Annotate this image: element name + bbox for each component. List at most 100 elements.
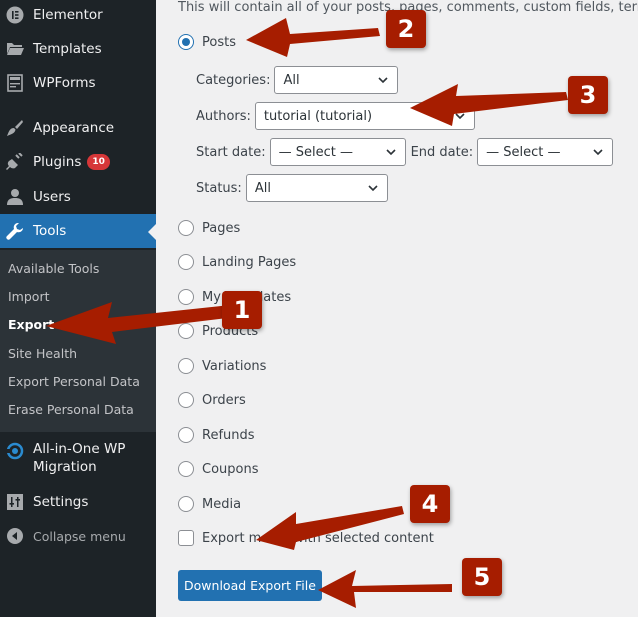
user-icon (5, 187, 25, 207)
collapse-menu-button[interactable]: Collapse menu (0, 519, 156, 553)
sidebar-item-elementor[interactable]: Elementor (0, 0, 156, 32)
categories-label: Categories: (196, 72, 271, 88)
chevron-down-icon (455, 113, 465, 120)
radio-media[interactable]: Media (178, 496, 241, 512)
categories-select[interactable]: All (274, 66, 399, 94)
sidebar-item-wpforms[interactable]: WPForms (0, 66, 156, 100)
status-label: Status: (196, 180, 242, 196)
select-value: All (283, 72, 300, 88)
radio-button[interactable] (178, 289, 194, 305)
chevron-down-icon (378, 77, 389, 84)
download-export-file-button[interactable]: Download Export File (178, 570, 322, 601)
plugins-update-badge: 10 (87, 154, 110, 170)
select-value: — Select — (278, 144, 353, 160)
active-indicator (148, 224, 156, 240)
radio-posts[interactable]: Posts (178, 34, 236, 50)
sidebar-item-tools[interactable]: Tools (0, 214, 156, 248)
authors-field: Authors: tutorial (tutorial) (196, 102, 475, 130)
export-media-checkbox-row[interactable]: Export media with selected content (178, 530, 434, 546)
sidebar-item-appearance[interactable]: Appearance (0, 111, 156, 145)
end-date-select[interactable]: — Select — (477, 138, 614, 166)
forms-icon (5, 73, 25, 93)
sidebar-item-settings[interactable]: Settings (0, 485, 156, 519)
sidebar-item-label: Tools (33, 223, 67, 239)
radio-pages[interactable]: Pages (178, 220, 240, 236)
submenu-export[interactable]: Export (8, 317, 54, 332)
checkbox-label: Export media with selected content (202, 530, 434, 546)
radio-landing-pages[interactable]: Landing Pages (178, 254, 296, 270)
collapse-icon (5, 526, 25, 546)
chevron-down-icon (593, 149, 603, 156)
folder-icon (5, 39, 25, 59)
plugin-icon (5, 152, 25, 172)
radio-label: Coupons (202, 461, 259, 477)
tools-submenu: Available Tools Import Export Site Healt… (0, 250, 156, 432)
step-badge-3: 3 (568, 76, 608, 114)
submenu-import[interactable]: Import (8, 289, 50, 304)
step-badge-5: 5 (462, 558, 502, 596)
sidebar-item-label: Migration (33, 459, 97, 475)
submenu-erase-personal-data[interactable]: Erase Personal Data (8, 402, 134, 417)
radio-button[interactable] (178, 427, 194, 443)
sidebar-item-plugins[interactable]: Plugins 10 (0, 145, 156, 179)
admin-sidebar: Elementor Templates WPForms Appearance P… (0, 0, 156, 617)
sidebar-item-label: WPForms (33, 75, 96, 91)
radio-button[interactable] (178, 358, 194, 374)
radio-button[interactable] (178, 254, 194, 270)
chevron-down-icon (386, 149, 396, 156)
select-value: All (254, 180, 271, 196)
paintbrush-icon (5, 118, 25, 138)
sidebar-item-users[interactable]: Users (0, 180, 156, 214)
radio-coupons[interactable]: Coupons (178, 461, 259, 477)
radio-label: Media (202, 496, 242, 512)
radio-refunds[interactable]: Refunds (178, 427, 255, 443)
status-select[interactable]: All (245, 174, 388, 202)
sidebar-item-templates[interactable]: Templates (0, 32, 156, 66)
radio-orders[interactable]: Orders (178, 392, 246, 408)
step-badge-1: 1 (222, 291, 262, 329)
authors-label: Authors: (196, 108, 251, 124)
sidebar-item-label: Settings (33, 494, 89, 510)
submenu-site-health[interactable]: Site Health (8, 346, 77, 361)
radio-label: Landing Pages (202, 254, 297, 270)
radio-button[interactable] (178, 34, 194, 50)
sidebar-item-label: Plugins (33, 154, 82, 170)
radio-label: Pages (202, 220, 241, 236)
sidebar-item-label: Templates (33, 41, 102, 57)
categories-field: Categories: All (196, 66, 399, 94)
sidebar-item-label: All-in-One WP (33, 441, 126, 457)
radio-label: Refunds (202, 427, 255, 443)
migration-icon (5, 441, 25, 461)
authors-select[interactable]: tutorial (tutorial) (254, 102, 475, 130)
wrench-icon (5, 221, 25, 241)
step-badge-2: 2 (386, 10, 426, 48)
settings-icon (5, 492, 25, 512)
sidebar-item-label: Collapse menu (33, 528, 126, 544)
submenu-available-tools[interactable]: Available Tools (8, 261, 99, 276)
radio-button[interactable] (178, 220, 194, 236)
elementor-icon (5, 5, 25, 25)
radio-button[interactable] (178, 323, 194, 339)
status-field: Status: All (196, 174, 388, 202)
sidebar-item-label: Elementor (33, 7, 103, 23)
sidebar-item-all-in-one-wp-migration[interactable]: All-in-One WP Migration (0, 440, 156, 480)
radio-label: Variations (202, 358, 267, 374)
chevron-down-icon (368, 185, 378, 192)
export-media-checkbox[interactable] (178, 530, 194, 546)
radio-button[interactable] (178, 461, 194, 477)
end-date-label: End date: (410, 144, 474, 160)
radio-label: Orders (202, 392, 246, 408)
radio-button[interactable] (178, 496, 194, 512)
start-date-label: Start date: (196, 144, 266, 160)
radio-label: Posts (202, 34, 236, 50)
sidebar-item-label: Users (33, 189, 71, 205)
start-date-select[interactable]: — Select — (269, 138, 406, 166)
date-range-field: Start date: — Select — End date: — Selec… (196, 138, 614, 166)
select-value: tutorial (tutorial) (263, 108, 373, 124)
submenu-export-personal-data[interactable]: Export Personal Data (8, 374, 140, 389)
step-badge-4: 4 (410, 485, 450, 523)
radio-button[interactable] (178, 392, 194, 408)
sidebar-item-label: Appearance (33, 120, 115, 136)
radio-variations[interactable]: Variations (178, 358, 266, 374)
select-value: — Select — (486, 144, 561, 160)
